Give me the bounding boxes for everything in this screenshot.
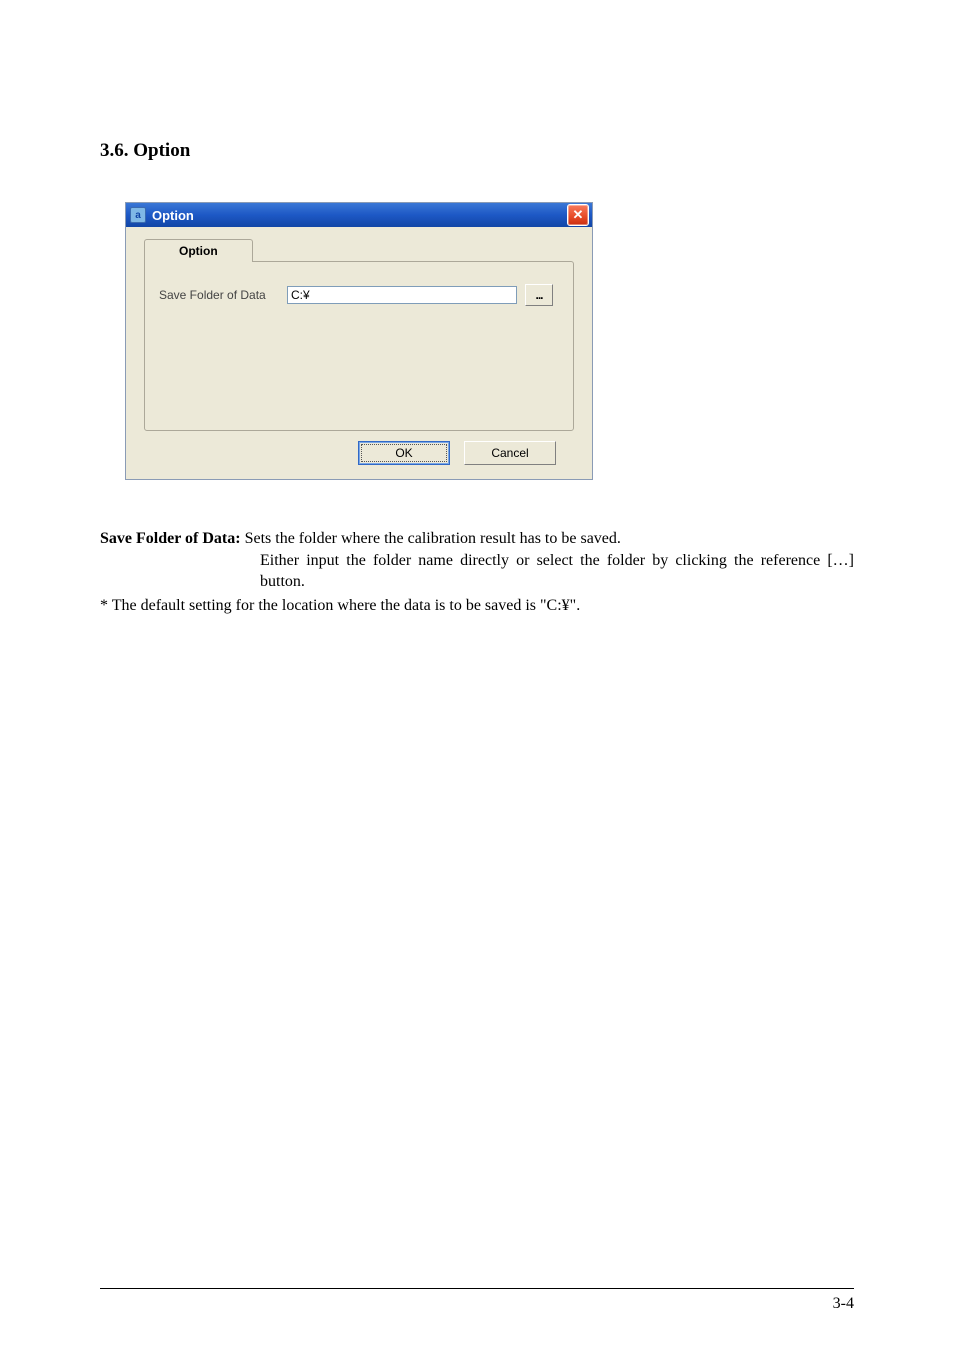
description-note: * The default setting for the location w… bbox=[100, 595, 854, 617]
tab-row: Option bbox=[144, 237, 574, 261]
cancel-button[interactable]: Cancel bbox=[464, 441, 556, 465]
save-folder-label: Save Folder of Data bbox=[159, 288, 287, 302]
tab-option[interactable]: Option bbox=[144, 239, 253, 262]
description-block: Save Folder of Data: Sets the folder whe… bbox=[100, 528, 854, 616]
save-folder-input[interactable] bbox=[287, 286, 517, 304]
tab-panel: Save Folder of Data ... bbox=[144, 261, 574, 431]
save-folder-row: Save Folder of Data ... bbox=[159, 284, 559, 306]
description-text-1: Sets the folder where the calibration re… bbox=[241, 530, 621, 547]
app-icon: a bbox=[130, 207, 146, 223]
titlebar: a Option ✕ bbox=[126, 203, 592, 227]
button-row: OK Cancel bbox=[144, 431, 574, 465]
page-number: 3-4 bbox=[833, 1295, 854, 1313]
page: 3.6. Option a Option ✕ Option Save Folde… bbox=[0, 0, 954, 1351]
browse-button[interactable]: ... bbox=[525, 284, 553, 306]
ok-button[interactable]: OK bbox=[358, 441, 450, 465]
dialog-body: Option Save Folder of Data ... OK Cancel bbox=[126, 227, 592, 479]
section-heading: 3.6. Option bbox=[100, 140, 854, 162]
close-icon[interactable]: ✕ bbox=[567, 204, 589, 226]
option-dialog: a Option ✕ Option Save Folder of Data ..… bbox=[125, 202, 593, 480]
footer-rule bbox=[100, 1288, 854, 1289]
description-label: Save Folder of Data: bbox=[100, 530, 241, 547]
window-title: Option bbox=[152, 208, 567, 223]
description-line-1: Save Folder of Data: Sets the folder whe… bbox=[100, 528, 854, 550]
description-text-2: Either input the folder name directly or… bbox=[100, 550, 854, 593]
